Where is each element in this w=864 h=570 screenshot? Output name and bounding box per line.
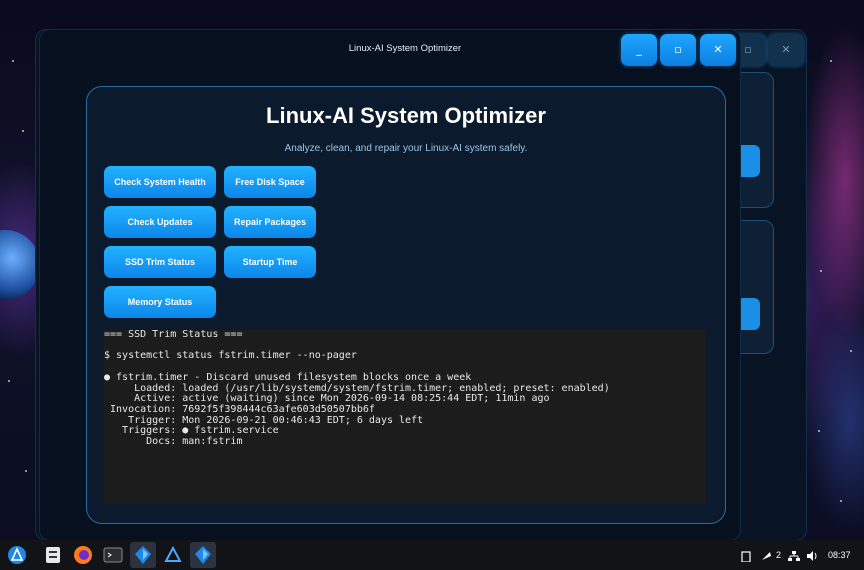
check-system-health-button[interactable]: Check System Health	[104, 166, 216, 198]
clock[interactable]: 08:37	[828, 540, 851, 570]
repair-packages-button[interactable]: Repair Packages	[224, 206, 316, 238]
start-menu-icon[interactable]	[4, 542, 30, 568]
linux-ai-app-icon[interactable]	[160, 542, 186, 568]
output-line: ● fstrim.timer - Discard unused filesyst…	[104, 371, 472, 383]
clipboard-icon[interactable]	[740, 540, 752, 570]
output-text: === SSD Trim Status === $ systemctl stat…	[104, 330, 706, 448]
output-line: Active: active (waiting) since Mon 2026-…	[134, 393, 550, 405]
terminal-icon[interactable]	[100, 542, 126, 568]
volume-icon[interactable]	[806, 540, 818, 570]
output-line: === SSD Trim Status ===	[104, 330, 243, 340]
app-subtitle: Analyze, clean, and repair your Linux-AI…	[284, 143, 528, 154]
memory-status-button[interactable]: Memory Status	[104, 286, 216, 318]
output-line: Loaded: loaded (/usr/lib/systemd/system/…	[134, 382, 610, 394]
file-manager-icon[interactable]	[40, 542, 66, 568]
notifications-count: 2	[776, 550, 782, 560]
startup-time-button[interactable]: Startup Time	[224, 246, 316, 278]
planet-graphic	[0, 230, 40, 300]
taskbar: 2 08:37	[0, 540, 864, 570]
optimizer-app-active-icon[interactable]	[190, 542, 216, 568]
network-icon[interactable]	[788, 540, 800, 570]
output-line: $ systemctl status fstrim.timer --no-pag…	[104, 350, 357, 362]
maximize-button[interactable]: ▫	[660, 34, 696, 66]
output-terminal[interactable]: === SSD Trim Status === $ systemctl stat…	[104, 330, 706, 504]
optimizer-app-icon[interactable]	[130, 542, 156, 568]
check-updates-button[interactable]: Check Updates	[104, 206, 216, 238]
app-heading: Linux-AI System Optimizer	[266, 103, 546, 128]
firefox-icon[interactable]	[70, 542, 96, 568]
output-line: Invocation: 7692f5f398444c63afe603d50507…	[110, 403, 375, 415]
close-button[interactable]: ✕	[700, 34, 736, 66]
ssd-trim-status-button[interactable]: SSD Trim Status	[104, 246, 216, 278]
output-line: Trigger: Mon 2026-09-21 00:46:43 EDT; 6 …	[128, 414, 424, 426]
notifications-icon[interactable]	[760, 540, 772, 570]
output-line: Docs: man:fstrim	[146, 436, 243, 448]
free-disk-space-button[interactable]: Free Disk Space	[224, 166, 316, 198]
minimize-button[interactable]: _	[621, 34, 657, 66]
background-close-button[interactable]: ✕	[768, 34, 804, 66]
output-line: Triggers: ● fstrim.service	[122, 425, 279, 437]
